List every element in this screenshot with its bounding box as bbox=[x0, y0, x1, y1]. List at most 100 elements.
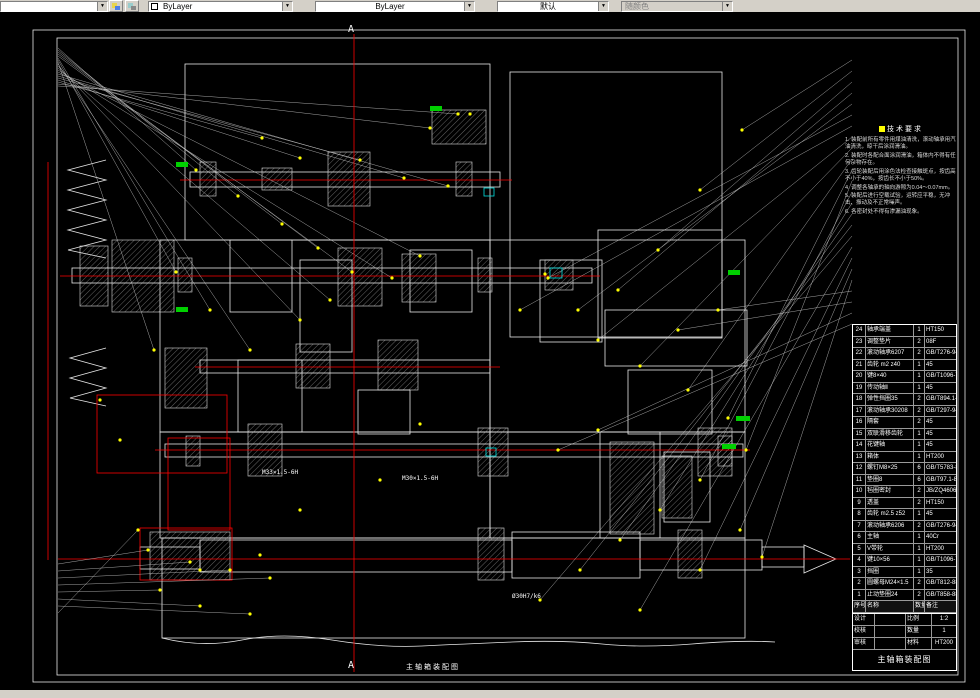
table-cell: GB/T5783-86 bbox=[926, 465, 956, 471]
layer-combo-value bbox=[1, 2, 97, 11]
table-cell: 2 bbox=[914, 394, 925, 405]
parts-table-header: 序号 名称 数量 备注 bbox=[853, 601, 956, 613]
layer-current-icon[interactable] bbox=[109, 0, 123, 12]
chevron-down-icon[interactable]: ▼ bbox=[97, 1, 107, 11]
drawing-title-label: 主轴箱装配图 bbox=[406, 664, 460, 671]
table-cell: 1 bbox=[914, 543, 925, 554]
color-control[interactable]: ByLayer ▼ bbox=[148, 0, 293, 12]
table-cell: 1 bbox=[914, 532, 925, 543]
table-cell: 18 bbox=[853, 394, 866, 405]
table-cell: GB/T297-94 bbox=[926, 407, 956, 414]
table-header-cell: 序号 bbox=[853, 601, 866, 612]
title-block: 设计 比例 1:2 校核 数量 1 审核 材料 HT200 主轴箱装配图 bbox=[853, 612, 956, 670]
table-cell: 8 bbox=[853, 509, 866, 520]
table-row: 9 透盖 2 HT150 bbox=[853, 497, 956, 509]
table-cell: 键10×56 bbox=[866, 555, 914, 566]
table-cell: 45 bbox=[926, 384, 933, 391]
table-row: 10 毡圈密封 2 JB/ZQ4606 bbox=[853, 486, 956, 498]
table-cell: 6 bbox=[914, 463, 925, 474]
title-block-row: 校核 数量 1 bbox=[853, 625, 956, 638]
table-cell: HT150 bbox=[926, 327, 945, 333]
title-block-cell: 比例 bbox=[906, 613, 932, 625]
table-row: 19 传动轴Ⅱ 1 45 bbox=[853, 382, 956, 394]
title-block-cell: 审核 bbox=[853, 637, 875, 649]
table-cell: 止动垫圈24 bbox=[866, 589, 914, 600]
drawing-svg: A A M33×1.5-6H M30×1.5-6H Ø30H7/k6 bbox=[32, 24, 966, 683]
table-row: 3 挡圈 1 35 bbox=[853, 566, 956, 578]
table-row: 17 滚动轴承30208 2 GB/T297-94 bbox=[853, 405, 956, 417]
table-cell: 2 bbox=[914, 520, 925, 531]
table-cell: GB/T858-88 bbox=[926, 591, 956, 598]
tech-note-line: 5. 装配后进行空载试验，运转应平稳，无冲击、振动及不正常噪声。 bbox=[845, 192, 951, 207]
table-cell: HT200 bbox=[926, 545, 945, 552]
table-row: 4键10×561GB/T1096-79 bbox=[853, 555, 956, 567]
table-cell: 花键轴 bbox=[866, 440, 914, 451]
cad-canvas[interactable]: A A M33×1.5-6H M30×1.5-6H Ø30H7/k6 技术要求 … bbox=[0, 12, 980, 690]
table-cell: 轴承端盖 bbox=[866, 325, 914, 336]
table-cell: V带轮 bbox=[866, 543, 914, 554]
tech-note-line: 1. 装配前所有零件用煤油清洗，滚动轴承用汽油清洗，晾干后涂润滑油。 bbox=[845, 137, 956, 151]
lineweight-control[interactable]: 默认 ▼ bbox=[497, 0, 609, 12]
table-cell: 2 bbox=[914, 578, 925, 589]
table-cell: 11 bbox=[853, 474, 866, 485]
table-cell: 滚动轴承6206 bbox=[866, 520, 914, 531]
table-cell: 9 bbox=[853, 497, 866, 508]
table-cell: GB/T276-94 bbox=[926, 350, 956, 356]
table-cell: 4 bbox=[853, 555, 866, 566]
chevron-down-icon[interactable]: ▼ bbox=[598, 1, 608, 11]
plotstyle-control: 随颜色 ▼ bbox=[621, 0, 733, 12]
properties-toolbar: ▼ ByLayer ▼ ByLayer ▼ 默认 ▼ 随颜色 ▼ bbox=[0, 0, 980, 12]
parts-table: 24 轴承端盖 1 HT150 23 调整垫片 2 08F 22 滚动轴承6207 2 GB/T276… bbox=[852, 324, 957, 671]
linetype-control-value: ByLayer bbox=[375, 1, 405, 11]
color-swatch bbox=[151, 2, 158, 10]
table-cell: 22 bbox=[853, 348, 866, 359]
table-cell: 2 bbox=[914, 405, 925, 416]
table-cell: 调整垫片 bbox=[866, 336, 914, 347]
table-cell: GB/T1096-79 bbox=[926, 557, 956, 563]
table-cell: 23 bbox=[853, 336, 866, 347]
table-cell: 45 bbox=[926, 361, 933, 368]
table-cell: 滚动轴承6207 bbox=[866, 348, 914, 359]
table-cell: 6 bbox=[914, 474, 925, 485]
title-block-rows: 设计 比例 1:2 校核 数量 1 审核 材料 HT200 bbox=[853, 613, 956, 650]
table-cell: 45 bbox=[926, 419, 933, 425]
table-cell: 传动轴Ⅱ bbox=[866, 382, 914, 393]
title-block-cell: 材料 bbox=[906, 637, 932, 649]
linetype-control[interactable]: ByLayer ▼ bbox=[315, 0, 475, 12]
table-cell: 滚动轴承30208 bbox=[866, 405, 914, 416]
table-cell: 圆螺母M24×1.5 bbox=[866, 578, 914, 589]
table-cell: 5 bbox=[853, 543, 866, 554]
table-cell: 1 bbox=[914, 555, 925, 566]
table-cell: 弹性挡圈35 bbox=[866, 394, 914, 405]
table-cell: 1 bbox=[853, 589, 866, 600]
layer-combo[interactable]: ▼ bbox=[0, 0, 108, 12]
table-cell: 19 bbox=[853, 382, 866, 393]
title-block-cell bbox=[875, 625, 906, 637]
table-row: 5 V带轮 1 HT200 bbox=[853, 543, 956, 555]
table-cell: 08F bbox=[926, 338, 937, 345]
table-cell: 齿轮 m2.5 z52 bbox=[866, 509, 914, 520]
table-row: 23 调整垫片 2 08F bbox=[853, 336, 956, 348]
table-cell: 24 bbox=[853, 325, 866, 336]
table-row: 14 花键轴 1 45 bbox=[853, 440, 956, 452]
chevron-down-icon[interactable]: ▼ bbox=[464, 1, 474, 11]
table-cell: GB/T276-94 bbox=[926, 522, 956, 529]
table-cell: 45 bbox=[926, 430, 933, 437]
table-cell: 键8×40 bbox=[866, 371, 914, 382]
table-cell: 毡圈密封 bbox=[866, 486, 914, 497]
table-cell: 7 bbox=[853, 520, 866, 531]
layers-icon[interactable] bbox=[125, 0, 139, 12]
table-cell: 3 bbox=[853, 566, 866, 577]
tech-note-line: 6. 各密封处不得有渗漏油现象。 bbox=[845, 208, 923, 215]
table-header-cell: 名称 bbox=[866, 601, 914, 612]
table-cell: GB/T894.1-86 bbox=[926, 396, 956, 402]
table-cell: 2 bbox=[853, 578, 866, 589]
table-cell: 14 bbox=[853, 440, 866, 451]
table-cell: HT150 bbox=[926, 499, 945, 506]
table-cell: 15 bbox=[853, 428, 866, 439]
table-row: 2 圆螺母M24×1.5 2 GB/T812-88 bbox=[853, 578, 956, 590]
parts-table-rows: 24 轴承端盖 1 HT150 23 调整垫片 2 08F 22 滚动轴承6207 2 GB/T276… bbox=[853, 325, 956, 601]
chevron-down-icon[interactable]: ▼ bbox=[282, 1, 292, 11]
table-cell: 2 bbox=[914, 589, 925, 600]
table-cell: 45 bbox=[926, 442, 933, 448]
